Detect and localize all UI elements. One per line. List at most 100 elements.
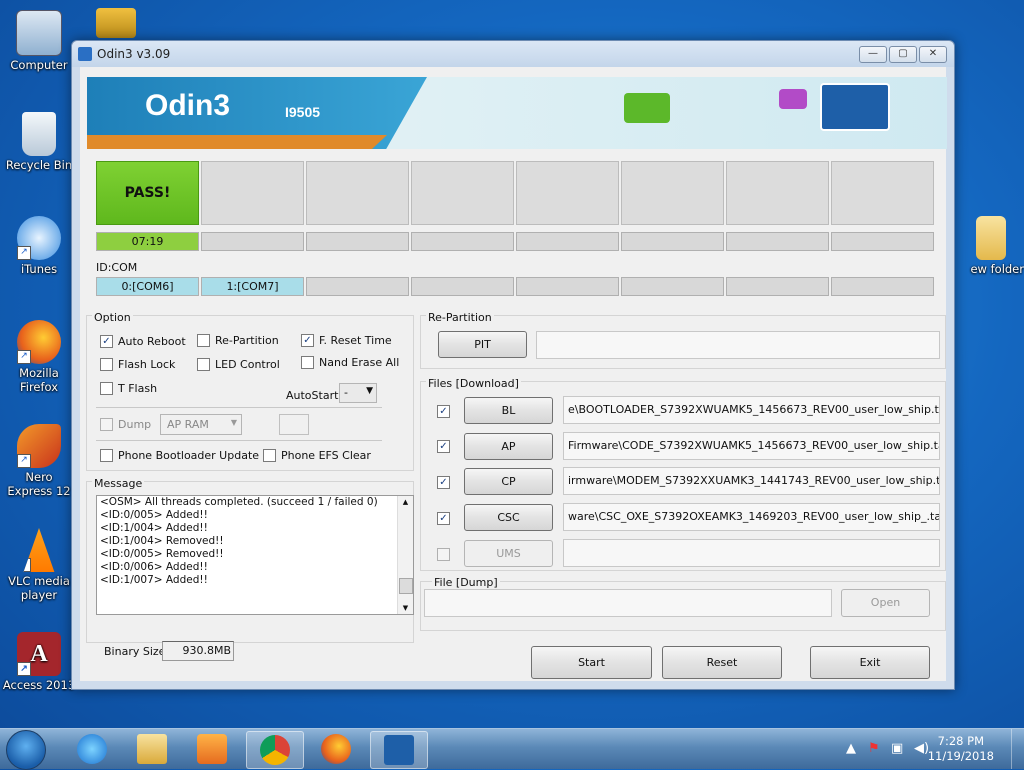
dump-input[interactable] xyxy=(279,414,309,435)
f-reset-time-checkbox[interactable]: ✓ F. Reset Time xyxy=(301,334,392,347)
slot-time-7 xyxy=(831,232,934,251)
com-port-3 xyxy=(411,277,514,296)
action-center-icon[interactable]: ⚑ xyxy=(868,741,880,756)
slot-status-0: PASS! xyxy=(96,161,199,225)
scroll-thumb[interactable] xyxy=(399,578,413,594)
checkbox-label: Phone EFS Clear xyxy=(281,449,371,462)
autostart-value: - xyxy=(344,386,348,399)
taskbar-app-explorer[interactable] xyxy=(124,731,180,767)
desktop-icon-access[interactable]: A ↗ Access 2013 xyxy=(2,632,76,692)
scroll-down-icon[interactable]: ▼ xyxy=(398,602,413,614)
desktop-icon-label: Nero Express 12 xyxy=(7,470,71,498)
files-group-label: Files [Download] xyxy=(426,377,521,390)
show-desktop-button[interactable] xyxy=(1011,729,1024,769)
checkbox-box: ✓ xyxy=(437,476,450,489)
desktop-icon-itunes[interactable]: ↗ iTunes xyxy=(2,216,76,276)
message-scrollbar[interactable]: ▲ ▼ xyxy=(397,496,413,614)
checkbox-label: Re-Partition xyxy=(215,334,279,347)
checkbox-label: LED Control xyxy=(215,358,280,371)
com-port-1: 1:[COM7] xyxy=(201,277,304,296)
cp-button[interactable]: CP xyxy=(464,468,553,495)
checkbox-label: Dump xyxy=(118,418,152,431)
network-icon[interactable]: ▣ xyxy=(891,741,903,756)
minimize-button[interactable]: — xyxy=(859,46,887,63)
checkbox-box xyxy=(437,548,450,561)
ums-path-field[interactable] xyxy=(563,539,940,567)
bl-button[interactable]: BL xyxy=(464,397,553,424)
device-slots: PASS! 07:19 ID:COM 0:[COM6] 1:[COM7] xyxy=(96,161,934,297)
checkbox-box xyxy=(197,334,210,347)
scroll-up-icon[interactable]: ▲ xyxy=(398,496,413,508)
open-button[interactable]: Open xyxy=(841,589,930,617)
slot-time-2 xyxy=(306,232,409,251)
checkbox-box: ✓ xyxy=(437,512,450,525)
ap-checkbox[interactable]: ✓ xyxy=(437,440,450,453)
firefox-icon: ↗ xyxy=(17,320,61,364)
file-dump-path-field[interactable] xyxy=(424,589,832,617)
dump-checkbox[interactable]: Dump xyxy=(100,418,151,431)
ums-checkbox[interactable] xyxy=(437,548,450,561)
t-flash-checkbox[interactable]: T Flash xyxy=(100,382,157,395)
taskbar-app-ie[interactable] xyxy=(64,731,120,767)
desktop-icon-nero[interactable]: ↗ Nero Express 12 xyxy=(2,424,76,498)
ap-path-field[interactable]: Firmware\CODE_S7392XWUAMK5_1456673_REV00… xyxy=(563,432,940,460)
taskbar-app-odin[interactable] xyxy=(370,731,428,769)
ap-button[interactable]: AP xyxy=(464,433,553,460)
cp-checkbox[interactable]: ✓ xyxy=(437,476,450,489)
taskbar-app-firefox[interactable] xyxy=(308,731,364,767)
csc-checkbox[interactable]: ✓ xyxy=(437,512,450,525)
checkbox-label: Auto Reboot xyxy=(118,335,186,348)
window-client: Odin3 I9505 PASS! 07:19 ID:COM 0:[COM6] … xyxy=(80,67,947,681)
exit-button[interactable]: Exit xyxy=(810,646,930,679)
message-log[interactable]: <OSM> All threads completed. (succeed 1 … xyxy=(96,495,414,615)
desktop-icon-firefox[interactable]: ↗ Mozilla Firefox xyxy=(2,320,76,394)
desktop-icon-recycle-bin[interactable]: Recycle Bin xyxy=(2,112,76,172)
csc-path-field[interactable]: ware\CSC_OXE_S7392OXEAMK3_1469203_REV00_… xyxy=(563,503,940,531)
pit-path-field[interactable] xyxy=(536,331,940,359)
taskbar-app-media-player[interactable] xyxy=(184,731,240,767)
re-partition-checkbox[interactable]: Re-Partition xyxy=(197,334,279,347)
checkbox-box: ✓ xyxy=(437,440,450,453)
pit-button[interactable]: PIT xyxy=(438,331,527,358)
checkbox-label: T Flash xyxy=(118,382,158,395)
close-button[interactable]: ✕ xyxy=(919,46,947,63)
option-divider xyxy=(96,440,382,441)
checkbox-box: ✓ xyxy=(301,334,314,347)
start-button[interactable]: Start xyxy=(531,646,652,679)
auto-reboot-checkbox[interactable]: ✓ Auto Reboot xyxy=(100,335,186,348)
ums-button[interactable]: UMS xyxy=(464,540,553,567)
checkbox-box xyxy=(263,449,276,462)
autostart-select[interactable]: - ▼ xyxy=(339,383,377,403)
clock-time: 7:28 PM xyxy=(937,734,985,748)
title-bar[interactable]: Odin3 v3.09 — ▢ ✕ xyxy=(72,41,954,67)
csc-button[interactable]: CSC xyxy=(464,504,553,531)
dump-type-select[interactable]: AP RAM ▼ xyxy=(160,414,242,435)
phone-efs-clear-checkbox[interactable]: Phone EFS Clear xyxy=(263,449,371,462)
desktop-icon-vlc[interactable]: ↗ VLC media player xyxy=(2,528,76,602)
checkbox-box: ✓ xyxy=(100,335,113,348)
download-purple-icon xyxy=(779,89,807,109)
cp-path-field[interactable]: irmware\MODEM_S7392XXUAMK3_1441743_REV00… xyxy=(563,467,940,495)
message-line: <OSM> All threads completed. (succeed 1 … xyxy=(100,496,378,508)
led-control-checkbox[interactable]: LED Control xyxy=(197,358,280,371)
access-icon: A ↗ xyxy=(17,632,61,676)
desktop-top-app-icon[interactable] xyxy=(96,8,136,38)
taskbar-app-chrome[interactable] xyxy=(246,731,304,769)
internet-explorer-icon xyxy=(77,734,107,764)
flash-lock-checkbox[interactable]: Flash Lock xyxy=(100,358,175,371)
message-line: <ID:1/004> Added!! xyxy=(100,522,208,534)
nand-erase-all-checkbox[interactable]: Nand Erase All xyxy=(301,356,399,369)
com-port-6 xyxy=(726,277,829,296)
bl-path-field[interactable]: e\BOOTLOADER_S7392XWUAMK5_1456673_REV00_… xyxy=(563,396,940,424)
phone-bootloader-update-checkbox[interactable]: Phone Bootloader Update xyxy=(100,449,259,462)
reset-button[interactable]: Reset xyxy=(662,646,782,679)
id-com-label: ID:COM xyxy=(96,261,138,274)
bl-checkbox[interactable]: ✓ xyxy=(437,405,450,418)
system-clock[interactable]: 7:28 PM 11/19/2018 xyxy=(928,734,994,764)
desktop-icon-label: VLC media player xyxy=(8,574,70,602)
start-button[interactable] xyxy=(6,730,46,770)
desktop-icon-computer[interactable]: Computer xyxy=(2,10,76,72)
option-group-label: Option xyxy=(92,311,133,324)
maximize-button[interactable]: ▢ xyxy=(889,46,917,63)
show-hidden-icons-icon[interactable]: ▲ xyxy=(846,741,856,756)
